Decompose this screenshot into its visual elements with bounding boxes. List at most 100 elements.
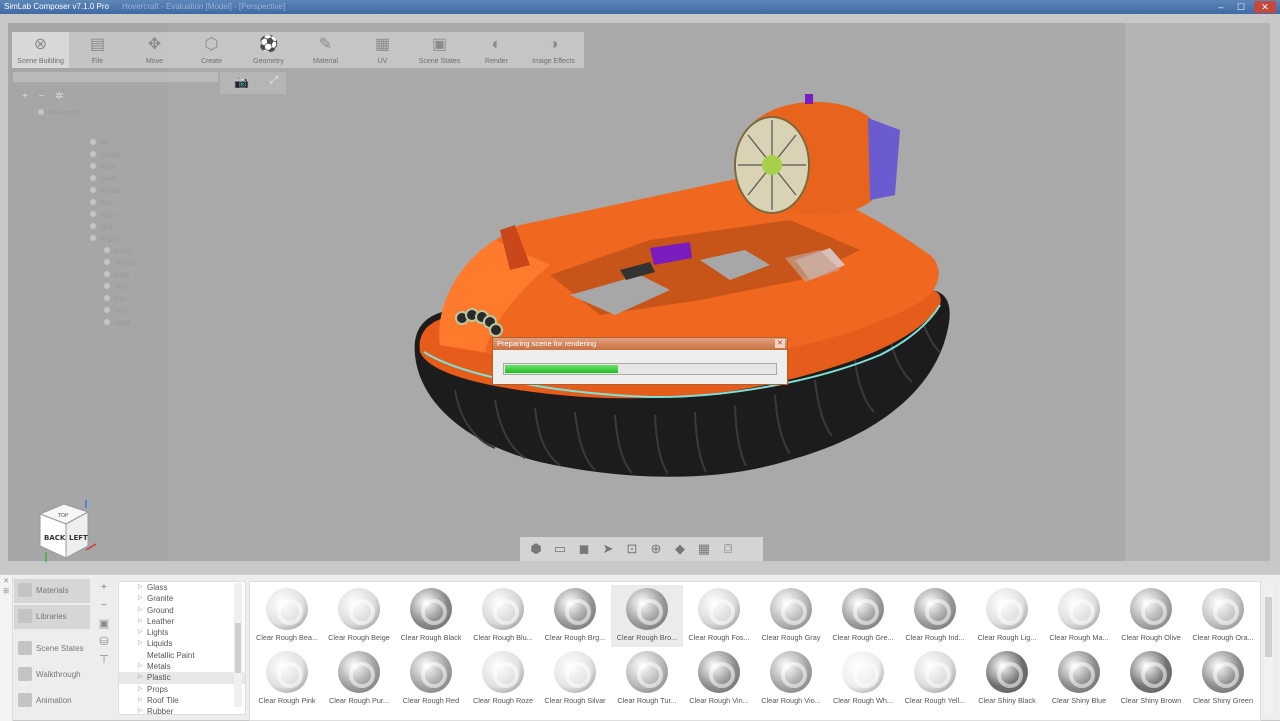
category-item[interactable]: ▷ Glass [119, 582, 245, 593]
category-scrollbar[interactable] [234, 583, 242, 707]
ribbon-create-button[interactable]: ⬡ Create [183, 32, 240, 68]
material-swatch[interactable]: Clear Rough Ora... [1187, 585, 1259, 647]
tree-item[interactable]: seats [90, 175, 117, 183]
category-item[interactable]: ▷ Plastic [119, 672, 245, 684]
material-swatch[interactable]: Clear Rough Ma... [1043, 585, 1115, 647]
material-swatch[interactable]: Clear Rough Bea... [251, 585, 323, 647]
maximize-button[interactable]: ☐ [1232, 1, 1250, 13]
ribbon-material-button[interactable]: ✎ Material [297, 32, 354, 68]
tab-libraries[interactable]: Libraries [14, 605, 90, 629]
expand-arrow-icon[interactable]: ▷ [138, 638, 143, 649]
hovercraft-model[interactable] [400, 90, 960, 490]
material-swatch[interactable]: Clear Shiny Brown [1115, 648, 1187, 710]
remove-icon[interactable]: − [96, 599, 112, 617]
tab-materials[interactable]: Materials [14, 579, 90, 603]
tree-item[interactable]: trim [104, 295, 126, 303]
minimize-button[interactable]: – [1212, 1, 1230, 13]
ribbon-uv-button[interactable]: ▦ UV [354, 32, 411, 68]
expand-arrows-icon[interactable]: ⤢ [270, 75, 278, 86]
filter-icon[interactable]: ⊤ [96, 653, 112, 671]
progress-close-button[interactable]: ✕ [775, 339, 785, 348]
material-swatch[interactable]: Clear Shiny Blue [1043, 648, 1115, 710]
expand-arrow-icon[interactable]: ▷ [138, 661, 143, 672]
material-swatch[interactable]: Clear Rough Tur... [611, 648, 683, 710]
ribbon-render-button[interactable]: ◐ Render [468, 32, 525, 68]
shading-icon[interactable]: ▭ [548, 539, 572, 559]
save-icon[interactable]: ▣ [96, 617, 112, 635]
category-item[interactable]: ▷ Leather [119, 616, 245, 627]
tree-item[interactable]: deck [104, 283, 129, 291]
material-swatch[interactable]: Clear Rough Vio... [755, 648, 827, 710]
material-swatch[interactable]: Clear Rough Gre... [827, 585, 899, 647]
material-swatch[interactable]: Clear Rough Olive [1115, 585, 1187, 647]
material-swatch[interactable]: Clear Rough Ind... [899, 585, 971, 647]
expand-arrow-icon[interactable]: ▷ [138, 605, 143, 616]
expand-arrow-icon[interactable]: ▷ [138, 627, 143, 638]
cube-top-label[interactable]: TOP [57, 513, 68, 519]
material-swatch[interactable]: Clear Rough Wh... [827, 648, 899, 710]
material-swatch[interactable]: Clear Rough Blu... [467, 585, 539, 647]
expand-arrow-icon[interactable]: ▷ [138, 672, 143, 683]
expand-icon[interactable]: + [22, 91, 28, 102]
category-item[interactable]: ▷ Rubber [119, 706, 245, 714]
pin-icon[interactable]: ✕ [0, 577, 12, 585]
view-mode-icon[interactable]: ⬢ [524, 539, 548, 559]
zoom-icon[interactable]: ⊕ [644, 539, 668, 559]
dock-icon[interactable]: ⊞ [0, 587, 12, 595]
expand-arrow-icon[interactable]: ▷ [138, 706, 143, 714]
tree-item[interactable]: body [90, 163, 115, 171]
tree-item[interactable]: lights [90, 211, 116, 219]
cube-view-icon[interactable]: ◼ [572, 539, 596, 559]
tree-search-bar[interactable] [13, 72, 218, 82]
camera-icon[interactable]: 📷 [234, 75, 249, 89]
expand-arrow-icon[interactable]: ▷ [138, 684, 143, 695]
material-swatch[interactable]: Clear Shiny Green [1187, 648, 1259, 710]
tree-item[interactable]: rudder [90, 151, 120, 159]
tab-walkthrough[interactable]: Walkthrough [14, 663, 90, 687]
tree-item[interactable]: seat2 [104, 319, 131, 327]
close-button[interactable]: ✕ [1254, 1, 1276, 13]
add-icon[interactable]: + [96, 581, 112, 599]
category-item[interactable]: ▷ Granite [119, 593, 245, 604]
tab-animation[interactable]: Animation [14, 689, 90, 713]
category-item[interactable]: ▷ Roof Tile [119, 695, 245, 706]
expand-arrow-icon[interactable]: ▷ [138, 582, 143, 593]
ribbon-geometry-button[interactable]: ⚽ Geometry [240, 32, 297, 68]
material-swatch[interactable]: Clear Rough Beige [323, 585, 395, 647]
material-scrollbar[interactable] [1264, 585, 1273, 715]
tree-item[interactable]: tubes [104, 247, 131, 255]
expand-arrow-icon[interactable]: ▷ [138, 616, 143, 627]
tree-item[interactable]: parts [104, 271, 130, 279]
navigation-cube[interactable]: TOP BACK LEFT [36, 500, 98, 569]
material-swatch[interactable]: Clear Rough Black [395, 585, 467, 647]
cube-left-label[interactable]: LEFT [69, 534, 88, 542]
category-item[interactable]: ▷ Lights [119, 627, 245, 638]
cube-back-label[interactable]: BACK [44, 534, 66, 542]
ribbon-file-button[interactable]: ▤ File [69, 32, 126, 68]
material-swatch[interactable]: Clear Rough Vin... [683, 648, 755, 710]
tree-item[interactable]: vent [104, 307, 127, 315]
collapse-icon[interactable]: − [39, 91, 45, 102]
material-swatch[interactable]: Clear Rough Fos... [683, 585, 755, 647]
category-item[interactable]: ▷ Props [119, 684, 245, 695]
category-item[interactable]: ▷ Ground [119, 605, 245, 616]
ribbon-scene-states-button[interactable]: ▣ Scene States [411, 32, 468, 68]
expand-arrow-icon[interactable]: ▷ [138, 593, 143, 604]
tree-item[interactable]: engine [90, 235, 121, 243]
tree-root[interactable]: Hovercraft [38, 109, 80, 117]
material-swatch[interactable]: Clear Shiny Black [971, 648, 1043, 710]
ribbon-image-effects-button[interactable]: ◑ Image Effects [525, 32, 582, 68]
material-swatch[interactable]: Clear Rough Pur... [323, 648, 395, 710]
grid-icon[interactable]: ▦ [692, 539, 716, 559]
settings-icon[interactable]: ✲ [55, 91, 63, 102]
ribbon-scene-building-button[interactable]: ⊗ Scene Building [12, 32, 69, 68]
material-swatch[interactable]: Clear Rough Gray [755, 585, 827, 647]
tree-item[interactable]: handle [90, 187, 121, 195]
material-swatch[interactable]: Clear Rough Roze [467, 648, 539, 710]
screenshot-icon[interactable]: ⌼ [716, 539, 740, 559]
material-swatch[interactable]: Clear Rough Lig... [971, 585, 1043, 647]
tree-item[interactable]: floor [90, 199, 114, 207]
material-swatch[interactable]: Clear Rough Red [395, 648, 467, 710]
tab-scene-states[interactable]: Scene States [14, 637, 90, 661]
material-swatch[interactable]: Clear Rough Yell... [899, 648, 971, 710]
